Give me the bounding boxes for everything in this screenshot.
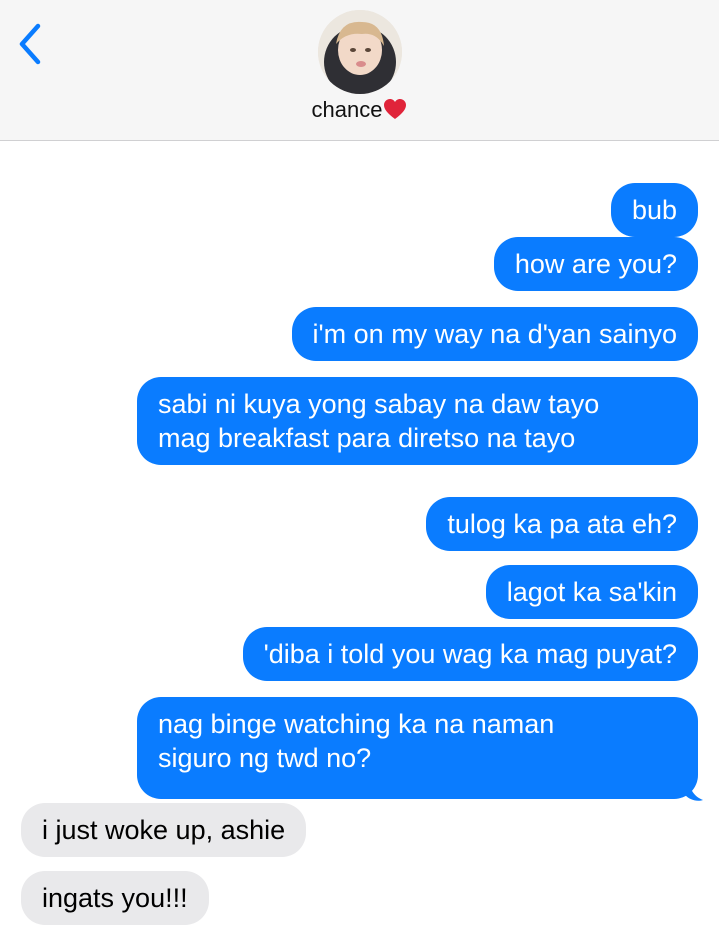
message-text: lagot ka sa'kin [506, 577, 677, 607]
sent-message-bubble[interactable]: nag binge watching ka na naman siguro ng… [137, 697, 698, 799]
message-text: bub [631, 195, 677, 225]
message-text: 'diba i told you wag ka mag puyat? [263, 639, 677, 669]
back-button[interactable] [14, 22, 48, 66]
sent-message-bubble[interactable]: sabi ni kuya yong sabay na daw tayo mag … [137, 377, 698, 465]
avatar-photo [318, 10, 402, 94]
sent-message-bubble[interactable]: how are you? [493, 237, 698, 291]
message-text: i just woke up, ashie [42, 815, 286, 845]
message-text-line: mag breakfast para diretso na tayo [158, 423, 576, 453]
message-text: tulog ka pa ata eh? [447, 509, 677, 539]
message-thread[interactable]: bub how are you? i'm on my way na d'yan … [0, 141, 719, 945]
message-text-line: nag binge watching ka na naman [158, 709, 555, 739]
message-text: i'm on my way na d'yan sainyo [312, 319, 677, 349]
message-text-line: sabi ni kuya yong sabay na daw tayo [158, 389, 600, 419]
contact-avatar[interactable] [318, 10, 402, 94]
sent-message-bubble[interactable]: i'm on my way na d'yan sainyo [291, 307, 698, 361]
sent-message-bubble[interactable]: lagot ka sa'kin [485, 565, 698, 619]
chevron-left-icon [19, 23, 41, 65]
bubble-tail-icon [685, 778, 703, 801]
contact-name: chance [311, 97, 383, 122]
sent-message-bubble[interactable]: tulog ka pa ata eh? [426, 497, 698, 551]
conversation-header: chance [0, 0, 719, 141]
received-message-bubble[interactable]: ingats you!!! [21, 871, 209, 925]
sent-message-bubble[interactable]: bub [610, 183, 698, 237]
message-text: how are you? [514, 249, 677, 279]
message-text: ingats you!!! [42, 883, 188, 913]
contact-name-row[interactable]: chance [0, 97, 719, 126]
sent-message-bubble[interactable]: 'diba i told you wag ka mag puyat? [242, 627, 698, 681]
red-heart-icon [383, 98, 407, 126]
message-text-line: siguro ng twd no? [158, 743, 372, 773]
received-message-bubble[interactable]: i just woke up, ashie [21, 803, 307, 857]
